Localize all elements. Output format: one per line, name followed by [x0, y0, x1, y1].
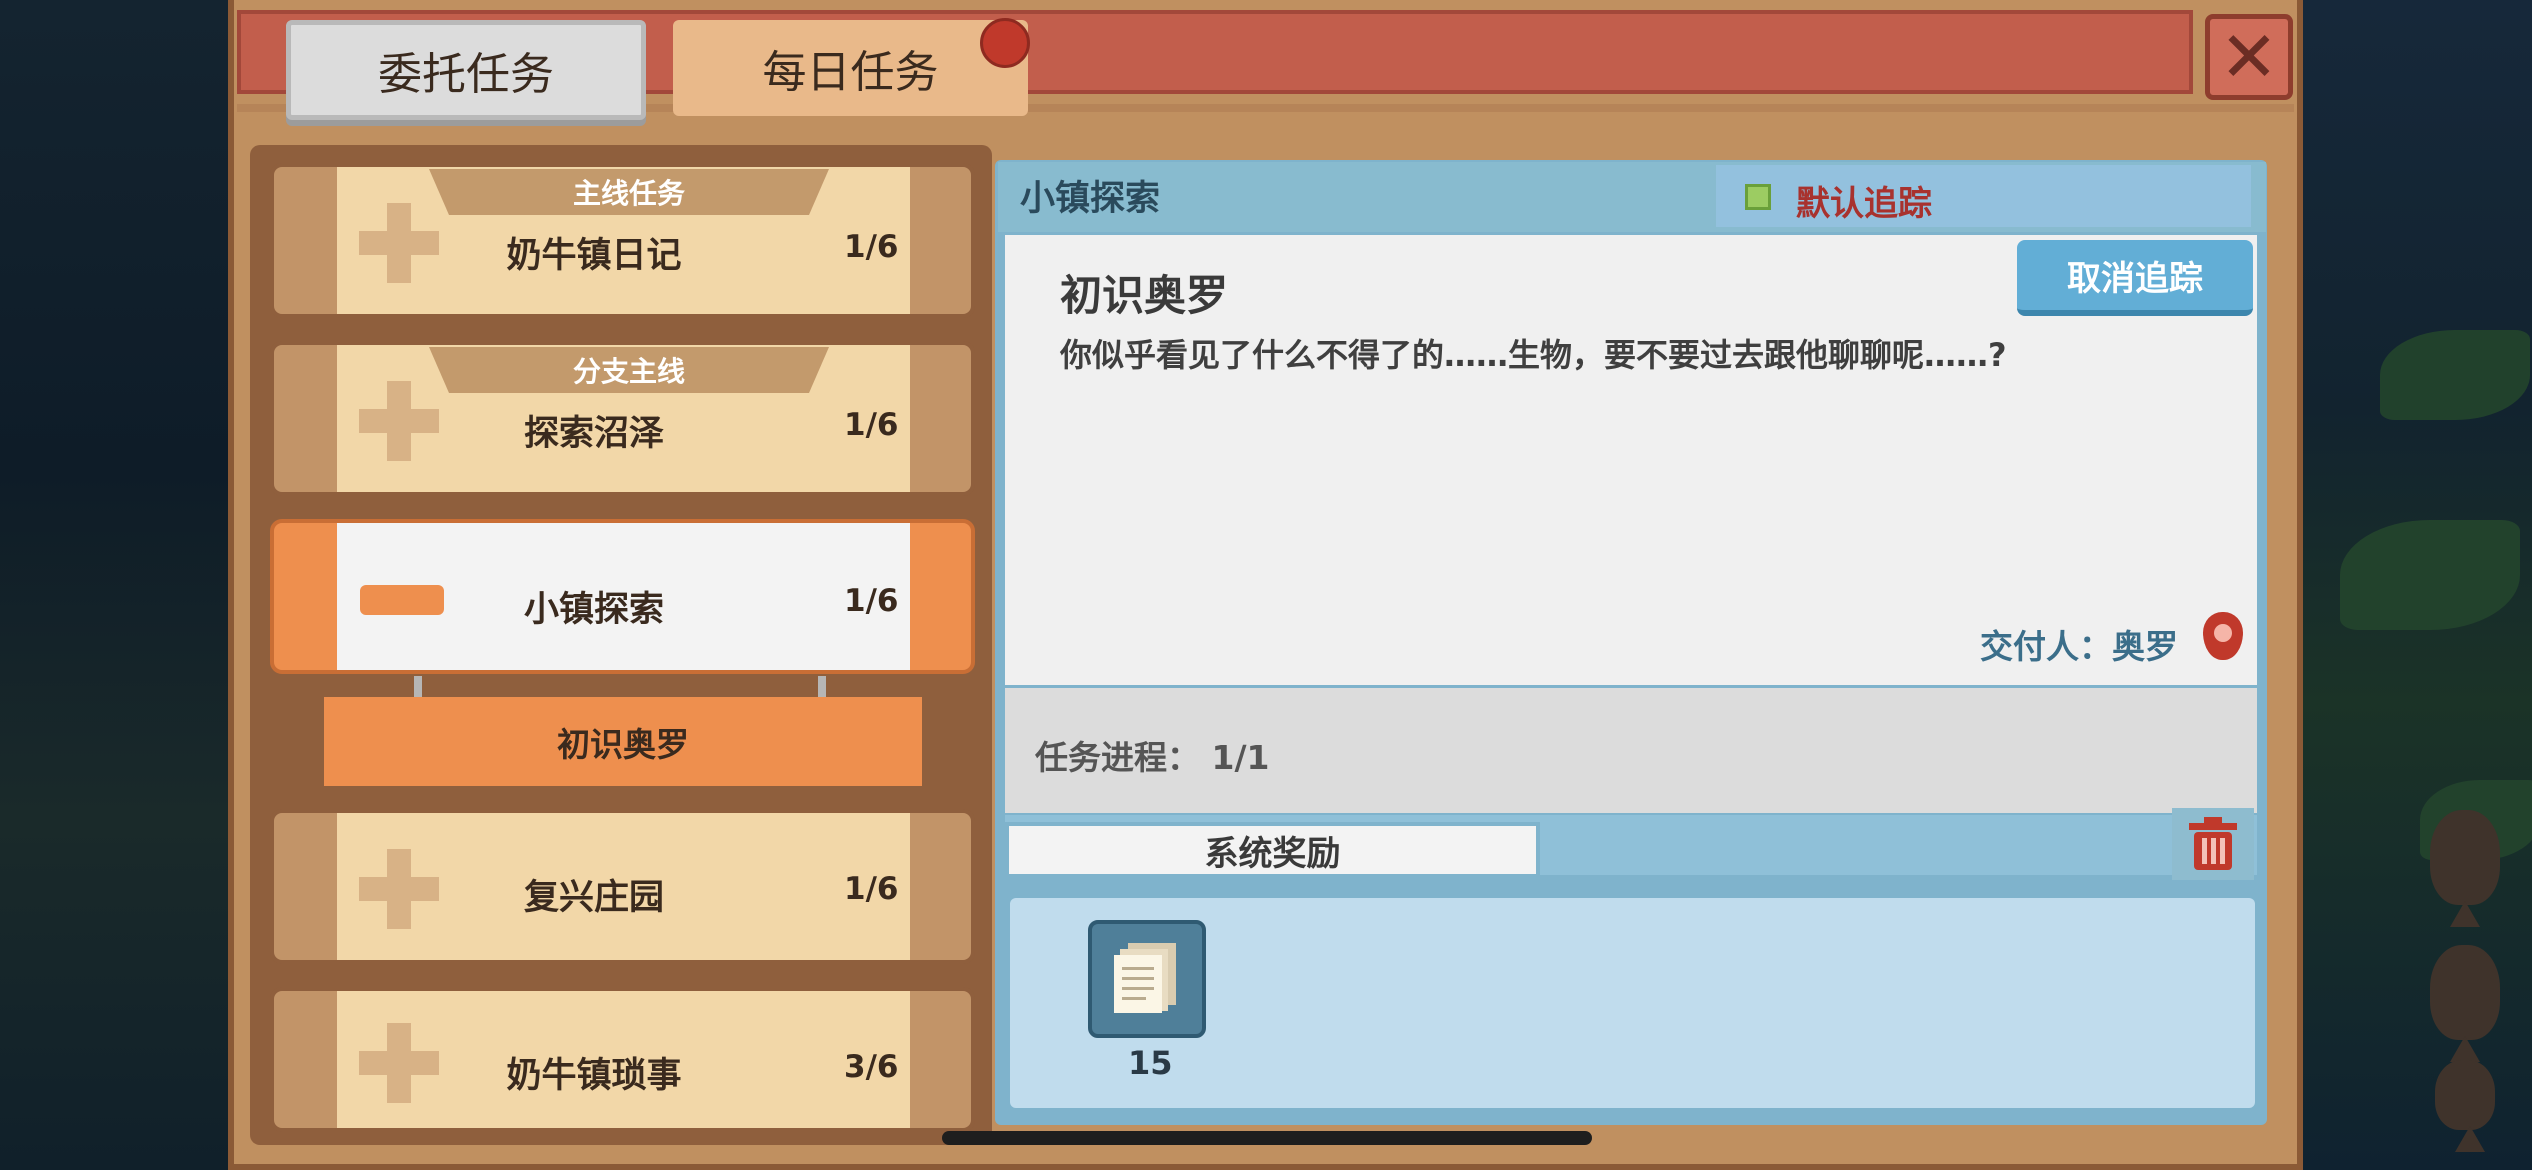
- quest-giver: 交付人：奥罗: [1980, 627, 2178, 666]
- quest-name: 小镇探索: [523, 590, 664, 630]
- quest-progress-count: 3/6: [844, 1049, 899, 1085]
- connector: [414, 676, 422, 698]
- tab-label: 每日任务: [762, 47, 939, 98]
- hanging-fish-icon: [2435, 1060, 2495, 1130]
- track-checkbox[interactable]: [1745, 184, 1771, 210]
- detail-header-title: 小镇探索: [1020, 179, 1161, 219]
- paper-stack-icon: [1114, 943, 1176, 1013]
- quest-description: 你似乎看见了什么不得了的……生物，要不要过去跟他聊聊呢……?: [1060, 336, 2007, 374]
- quest-name: 奶牛镇琐事: [506, 1056, 682, 1096]
- quest-list-item[interactable]: 奶牛镇琐事 3/6: [270, 987, 975, 1132]
- sub-quest-item[interactable]: 初识奥罗: [324, 697, 922, 786]
- untrack-button-label: 取消追踪: [2067, 258, 2203, 299]
- collapse-minus-icon: [360, 585, 444, 615]
- untrack-button[interactable]: 取消追踪: [2017, 240, 2253, 316]
- background-scenery-left: [0, 0, 235, 1170]
- expand-plus-icon-stem: [387, 203, 411, 283]
- close-x-icon: ✕: [2219, 16, 2279, 98]
- delete-button[interactable]: [2172, 808, 2254, 880]
- quest-title: 初识奥罗: [1060, 271, 1229, 320]
- quest-progress-count: 1/6: [844, 871, 899, 907]
- quest-name: 复兴庄园: [523, 878, 664, 918]
- close-button[interactable]: ✕: [2205, 14, 2293, 100]
- hanging-fish-icon: [2430, 945, 2500, 1040]
- background-scenery-right: [2300, 0, 2532, 1170]
- quest-list-item[interactable]: 主线任务 奶牛镇日记 1/6: [270, 163, 975, 318]
- quest-list-item[interactable]: 复兴庄园 1/6: [270, 809, 975, 964]
- location-pin-center: [2214, 624, 2232, 642]
- home-indicator[interactable]: [942, 1131, 1592, 1145]
- leaf-decoration: [2340, 520, 2520, 630]
- tab-label: 委托任务: [378, 49, 554, 100]
- expand-plus-icon-stem: [387, 849, 411, 929]
- sub-quest-name: 初识奥罗: [557, 724, 689, 764]
- quest-name: 奶牛镇日记: [506, 236, 682, 276]
- notification-dot-icon: [980, 18, 1030, 68]
- trash-icon: [2189, 817, 2237, 870]
- quest-progress-count: 1/6: [844, 583, 899, 619]
- quest-progress-count: 1/6: [844, 229, 899, 265]
- track-label: 默认追踪: [1796, 184, 1932, 224]
- expand-plus-icon-stem: [387, 1023, 411, 1103]
- quest-category-label: 主线任务: [429, 169, 829, 215]
- quest-list-item[interactable]: 分支主线 探索沼泽 1/6: [270, 341, 975, 496]
- quest-name: 探索沼泽: [523, 414, 664, 454]
- leaf-decoration: [2380, 330, 2530, 420]
- quest-list-item-selected[interactable]: 小镇探索 1/6: [270, 519, 975, 674]
- reward-tab-label: 系统奖励: [1204, 833, 1341, 874]
- tab-daily-quests[interactable]: 每日任务: [673, 20, 1028, 116]
- reward-quantity: 15: [1128, 1044, 1173, 1082]
- quest-progress: 任务进程： 1/1: [1035, 738, 1270, 777]
- hanging-fish-icon: [2430, 810, 2500, 905]
- quest-progress-count: 1/6: [844, 407, 899, 443]
- connector: [818, 676, 826, 698]
- quest-category-label: 分支主线: [429, 347, 829, 393]
- tab-system-rewards[interactable]: 系统奖励: [1005, 822, 1540, 878]
- tab-commission-quests[interactable]: 委托任务: [286, 20, 646, 120]
- expand-plus-icon-stem: [387, 381, 411, 461]
